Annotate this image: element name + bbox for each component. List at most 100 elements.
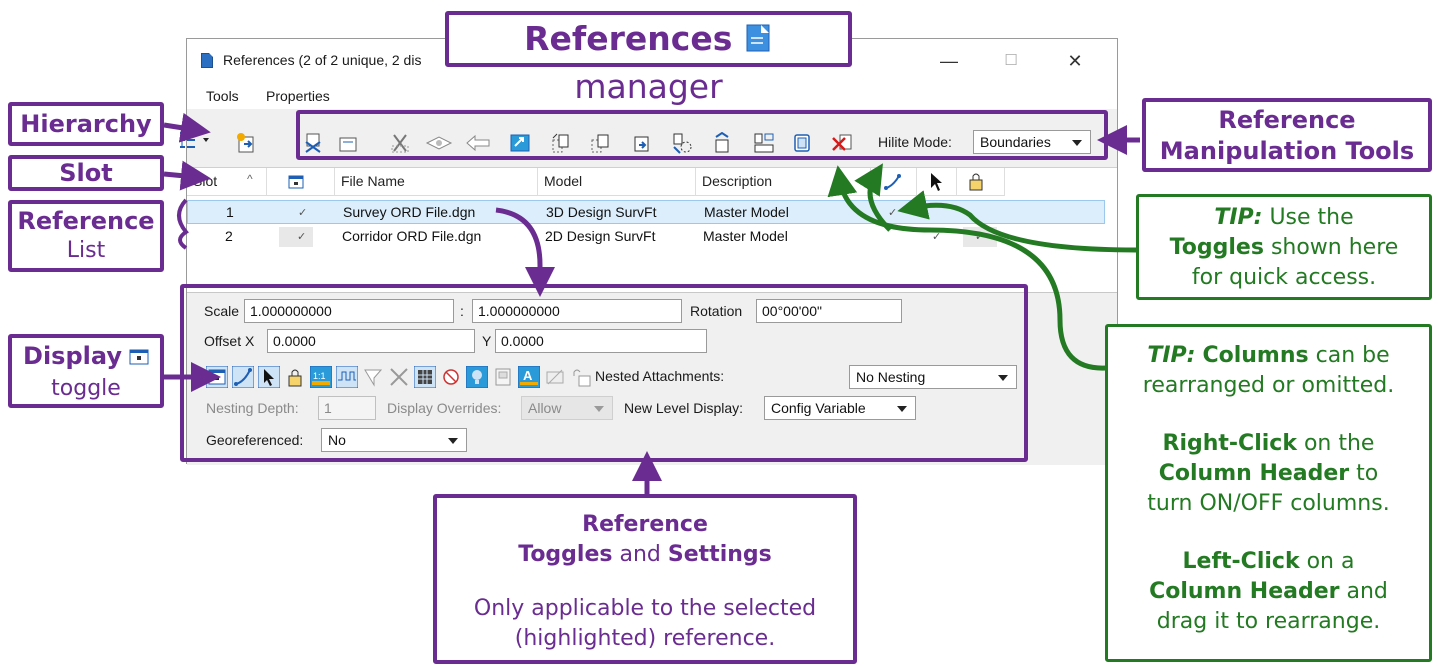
tip1-shown: shown here [1270, 235, 1399, 260]
sort-ascending-icon: ^ [247, 172, 253, 186]
slot-callout: Slot [8, 155, 164, 191]
locate-check[interactable]: ✓ [932, 230, 941, 243]
ignore-attachments-toggle-icon[interactable] [414, 366, 436, 388]
display-toggle-line1: Display [12, 341, 160, 373]
menu-properties[interactable]: Properties [266, 88, 330, 104]
new-level-display-value: Config Variable [771, 400, 866, 416]
model-cell: 3D Design SurvFt [546, 204, 657, 220]
tip2-columns: Columns [1202, 343, 1309, 368]
scale-reference-field[interactable]: 1.000000000 [472, 299, 682, 323]
svg-text:1:1: 1:1 [313, 371, 326, 381]
settings-word: Settings [667, 542, 772, 567]
table-row[interactable]: 1 ✓ Survey ORD File.dgn 3D Design SurvFt… [187, 200, 1105, 224]
close-button[interactable]: ✕ [1063, 49, 1087, 73]
reference-list-line2: List [66, 238, 106, 263]
manipulation-tools-callout: Reference Manipulation Tools [1142, 98, 1432, 172]
display-column-icon [129, 349, 149, 365]
column-header-locate[interactable] [917, 168, 957, 196]
merge-icon[interactable] [791, 132, 813, 154]
unlock-toggle-icon[interactable] [570, 366, 592, 388]
tip1-line3: for quick access. [1191, 265, 1377, 290]
nested-attachments-dropdown[interactable]: No Nesting [849, 365, 1017, 389]
lock-check[interactable]: ✓ [975, 230, 984, 243]
display-overrides-value: Allow [528, 400, 562, 416]
move-icon[interactable] [509, 132, 531, 154]
column-header-lock[interactable] [957, 168, 1005, 196]
tip2-header2: Column Header [1149, 579, 1340, 604]
column-header-model[interactable]: Model [538, 168, 696, 196]
snap-toggle-icon[interactable] [232, 366, 254, 388]
exchange-icon[interactable] [753, 132, 775, 154]
hierarchy-icon[interactable] [179, 129, 213, 151]
mirror-vertical-icon[interactable] [711, 132, 733, 154]
tip2-ona: on a [1306, 549, 1355, 574]
tip2-to: to [1356, 461, 1379, 486]
detach-icon[interactable] [302, 132, 324, 154]
delete-reference-icon[interactable] [831, 132, 853, 154]
column-header-description[interactable]: Description [696, 168, 871, 196]
annotation-scale-toggle-icon[interactable]: A [518, 366, 540, 388]
treat-as-element-toggle-icon[interactable] [492, 366, 514, 388]
column-header-snap[interactable] [871, 168, 917, 196]
tip2-line6: Left-Click on a [1108, 547, 1429, 577]
table-row[interactable]: 2 ✓ Corridor ORD File.dgn 2D Design Surv… [187, 225, 1105, 249]
maximize-button[interactable]: ☐ [999, 49, 1023, 73]
tip2-left: Left-Click [1182, 549, 1300, 574]
rotation-field[interactable]: 00°00'00" [756, 299, 902, 323]
slot-cell: 1 [226, 204, 234, 220]
locate-toggle-icon[interactable] [258, 366, 280, 388]
columns-tip-callout: TIP: Columns can be rearranged or omitte… [1105, 324, 1432, 662]
snap-check[interactable]: ✓ [888, 206, 897, 219]
toggles-word: Toggles [518, 542, 613, 567]
reference-settings-panel: Scale 1.000000000 : 1.000000000 Rotation… [187, 293, 1117, 465]
offset-x-field[interactable]: 0.0000 [267, 329, 475, 353]
scale-icon[interactable] [589, 132, 611, 154]
rotate-icon[interactable] [631, 132, 653, 154]
chevron-down-icon [998, 375, 1008, 381]
column-header-slot[interactable]: Slot ^ [187, 168, 267, 196]
tip2-line2: rearranged or omitted. [1142, 373, 1395, 398]
display-check[interactable]: ✓ [298, 206, 307, 219]
clip-front-toggle-icon[interactable] [388, 366, 410, 388]
copy-icon[interactable] [549, 132, 571, 154]
rotation-label: Rotation [690, 303, 743, 319]
clip-back-toggle-icon[interactable] [362, 366, 384, 388]
line-style-scale-toggle-icon[interactable] [336, 366, 358, 388]
display-overrides-label: Display Overrides: [387, 400, 502, 416]
true-scale-toggle-icon[interactable]: 1:1 [310, 366, 332, 388]
toggles-settings-callout: Reference Toggles and Settings Only appl… [433, 494, 857, 664]
references-file-icon [201, 53, 213, 68]
georeferenced-dropdown[interactable]: No [321, 428, 467, 452]
new-level-display-dropdown[interactable]: Config Variable [764, 396, 916, 420]
tip2-line4: Column Header to [1108, 459, 1429, 489]
attach-icon[interactable] [235, 132, 257, 154]
nesting-depth-label: Nesting Depth: [206, 400, 299, 416]
tip2-line8: drag it to rearrange. [1156, 609, 1381, 634]
column-header-file-name[interactable]: File Name [335, 168, 538, 196]
menu-tools[interactable]: Tools [206, 88, 239, 104]
column-header-display[interactable] [267, 168, 335, 196]
reload-icon[interactable] [337, 132, 359, 154]
offset-y-field[interactable]: 0.0000 [495, 329, 707, 353]
display-check[interactable]: ✓ [297, 230, 306, 243]
display-raster-toggle-icon[interactable] [440, 366, 462, 388]
display-toggle-icon[interactable] [206, 366, 228, 388]
callout-title-a: References [524, 19, 733, 58]
lock-toggle-icon[interactable] [284, 366, 306, 388]
display-overrides-dropdown[interactable]: Allow [521, 396, 613, 420]
reference-list: Slot ^ File Name Model Description 1 ✓ S… [187, 167, 1117, 293]
hilite-mode-dropdown[interactable]: Boundaries [973, 130, 1091, 154]
tip2-canbe: can be [1315, 343, 1390, 368]
nesting-depth-field[interactable]: 1 [318, 396, 376, 420]
use-level-override-toggle-icon[interactable] [544, 366, 566, 388]
mirror-horizontal-icon[interactable] [671, 132, 693, 154]
clip-mask-icon[interactable] [425, 132, 453, 154]
minimize-button[interactable]: — [937, 49, 961, 73]
tip1-line2: Toggles shown here [1139, 233, 1429, 263]
display-word: Display [23, 342, 122, 370]
clip-boundary-icon[interactable] [389, 132, 411, 154]
lights-toggle-icon[interactable] [466, 366, 488, 388]
scale-master-field[interactable]: 1.000000000 [244, 299, 454, 323]
file-name-cell: Corridor ORD File.dgn [342, 228, 482, 244]
clip-delete-icon[interactable] [465, 132, 493, 154]
